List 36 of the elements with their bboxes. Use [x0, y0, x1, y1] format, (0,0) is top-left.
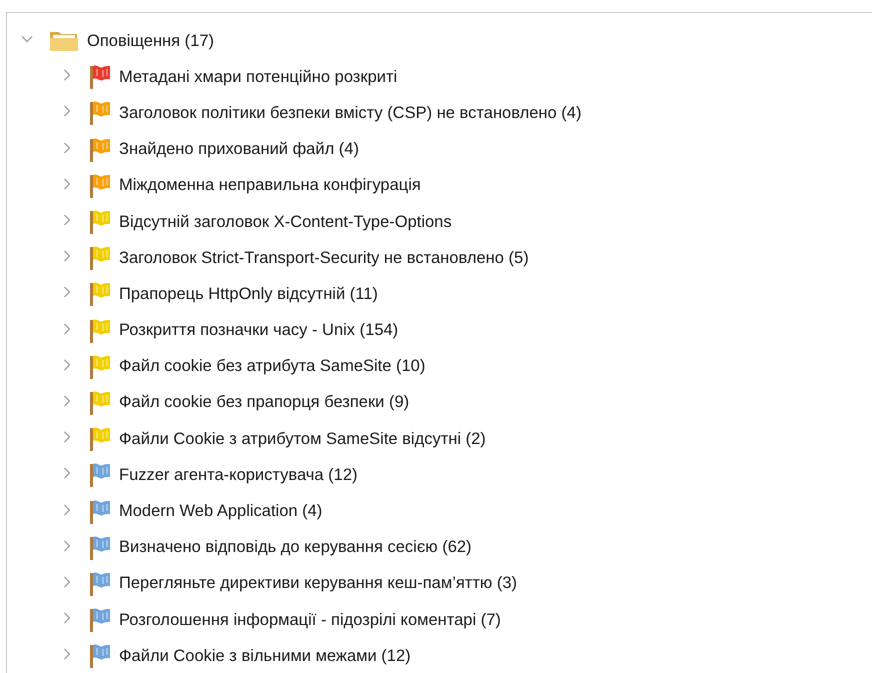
chevron-right-icon[interactable]	[61, 142, 73, 154]
tree-item-label[interactable]: Заголовок Strict-Transport-Security не встановлено (5)	[119, 248, 529, 268]
chevron-right-icon[interactable]	[61, 286, 73, 298]
tree-item-label[interactable]: Файл cookie без атрибута SameSite (10)	[119, 357, 426, 376]
tree-item-label[interactable]: Заголовок політики безпеки вмісту (CSP) не встановлено (4)	[119, 104, 582, 123]
tree-item-label[interactable]: Файли Cookie з вільними межами (12)	[119, 646, 411, 666]
tree-item-label[interactable]: Метадані хмари потенційно розкриті	[119, 68, 398, 87]
tree-item-label[interactable]: Перегляньте директиви керування кеш-пам’яттю (3)	[119, 574, 518, 594]
chevron-right-icon[interactable]	[61, 431, 73, 444]
tree-item-label[interactable]: Знайдено прихований файл (4)	[119, 140, 359, 160]
tree-item-label[interactable]: Прапорець HttpOnly відсутній (11)	[119, 284, 378, 304]
folder-icon	[49, 29, 79, 54]
tree-item-label[interactable]: Відсутній заголовок X-Content-Type-Options	[119, 212, 452, 232]
tree-item-label[interactable]: Розголошення інформації - підозрілі коментарі (7)	[119, 610, 501, 630]
tree-item-label[interactable]: Файл cookie без прапорця безпеки (9)	[119, 393, 410, 412]
chevron-right-icon[interactable]	[61, 358, 73, 371]
chevron-right-icon[interactable]	[61, 504, 73, 516]
chevron-right-icon[interactable]	[61, 576, 73, 588]
tree-item-label[interactable]: Оповіщення (17)	[87, 32, 214, 51]
tree-item-label[interactable]: Файли Cookie з атрибутом SameSite відсутні (2)	[119, 430, 486, 449]
tree-item-label[interactable]: Fuzzer агента-користувача (12)	[119, 466, 358, 485]
tree-item-label[interactable]: Міждоменна неправильна конфігурація	[119, 176, 421, 196]
chevron-right-icon[interactable]	[61, 612, 73, 624]
tree-item-label[interactable]: Визначено відповідь до керування сесією (62)	[119, 538, 472, 558]
chevron-right-icon[interactable]	[61, 105, 73, 118]
chevron-right-icon[interactable]	[61, 467, 73, 480]
chevron-right-icon[interactable]	[61, 178, 73, 190]
chevron-right-icon[interactable]	[61, 250, 73, 262]
chevron-right-icon[interactable]	[61, 540, 73, 552]
tree-item-label[interactable]: Modern Web Application (4)	[119, 502, 322, 522]
chevron-right-icon[interactable]	[61, 69, 73, 82]
tree-item-label[interactable]: Розкриття позначки часу - Unix (154)	[119, 321, 398, 340]
chevron-right-icon[interactable]	[61, 394, 73, 407]
chevron-right-icon[interactable]	[61, 648, 73, 660]
chevron-right-icon[interactable]	[61, 322, 73, 335]
chevron-right-icon[interactable]	[61, 214, 73, 226]
